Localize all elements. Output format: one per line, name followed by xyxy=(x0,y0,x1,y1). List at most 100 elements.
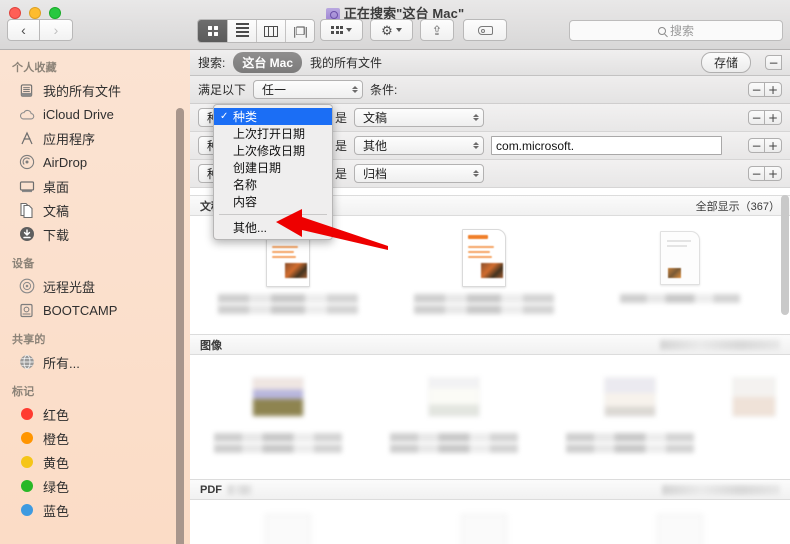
remove-rule-button[interactable]: − xyxy=(748,166,765,181)
criteria-value-select[interactable]: 归档 xyxy=(354,164,485,183)
sidebar-item-icloud-drive[interactable]: iCloud Drive xyxy=(0,102,190,126)
menu-item-name[interactable]: 名称 xyxy=(214,176,332,193)
add-rule-button[interactable]: + xyxy=(765,166,782,181)
tag-icon xyxy=(477,25,493,35)
list-view-button[interactable] xyxy=(227,20,256,42)
sidebar-item-documents[interactable]: 文稿 xyxy=(0,198,190,222)
add-rule-button[interactable]: + xyxy=(765,110,782,125)
menu-item-kind[interactable]: ✓ 种类 xyxy=(214,108,332,125)
sidebar-item-label: 黄色 xyxy=(43,455,70,471)
file-item[interactable] xyxy=(582,226,778,314)
results-row xyxy=(190,355,790,453)
icon-view-button[interactable] xyxy=(198,20,227,42)
remove-criteria-button[interactable]: − xyxy=(765,55,782,70)
menu-item-created-date[interactable]: 创建日期 xyxy=(214,159,332,176)
show-all-link[interactable]: 全部显示（367） xyxy=(696,198,780,214)
file-item[interactable] xyxy=(366,365,542,453)
share-button[interactable]: ⇪ xyxy=(420,19,454,41)
menu-item-other[interactable]: 其他... xyxy=(214,219,332,236)
file-item[interactable] xyxy=(386,510,582,544)
sidebar-item-remote-disc[interactable]: 远程光盘 xyxy=(0,274,190,298)
criteria-match-suffix: 条件: xyxy=(370,83,398,97)
search-input[interactable]: 搜索 xyxy=(569,20,783,41)
chevron-down-icon xyxy=(395,28,402,32)
sidebar-item-tag-orange[interactable]: 橙色 xyxy=(0,426,190,450)
document-thumbnail-icon xyxy=(648,226,712,290)
stepper-icon xyxy=(473,142,480,149)
sidebar-item-downloads[interactable]: 下载 xyxy=(0,222,190,246)
scope-option-all-my-files[interactable]: 我的所有文件 xyxy=(310,54,382,71)
criteria-header-row: 满足以下 任一 条件: − + xyxy=(190,76,790,104)
add-rule-button[interactable]: + xyxy=(765,138,782,153)
sidebar-scrollbar[interactable] xyxy=(176,108,184,544)
sidebar-item-tag-blue[interactable]: 蓝色 xyxy=(0,498,190,522)
chevron-down-icon xyxy=(346,28,352,32)
tag-dot-icon xyxy=(18,478,35,495)
desktop-icon xyxy=(18,178,35,195)
criteria-value-select[interactable]: 文稿 xyxy=(354,108,485,127)
file-item[interactable] xyxy=(582,510,778,544)
title-bar: 正在搜索"这台 Mac" ‹ › |❒| ⚙ ⇪ 搜索 xyxy=(0,0,790,50)
forward-button[interactable]: › xyxy=(40,19,73,41)
sidebar-item-airdrop[interactable]: AirDrop xyxy=(0,150,190,174)
file-item[interactable] xyxy=(542,365,718,453)
image-thumbnail-icon xyxy=(422,365,486,429)
downloads-icon xyxy=(18,226,35,243)
menu-item-last-opened-date[interactable]: 上次打开日期 xyxy=(214,125,332,142)
remove-rule-button[interactable]: − xyxy=(748,110,765,125)
sidebar-item-all-my-files[interactable]: 我的所有文件 xyxy=(0,78,190,102)
sidebar-item-applications[interactable]: 应用程序 xyxy=(0,126,190,150)
tag-button[interactable] xyxy=(463,19,507,41)
search-scope-bar: 搜索: 这台 Mac 我的所有文件 存储 − xyxy=(190,50,790,76)
sidebar-item-label: 橙色 xyxy=(43,431,70,447)
file-item[interactable] xyxy=(190,365,366,453)
pdf-thumbnail-icon xyxy=(452,510,516,544)
criteria-operator: 是 xyxy=(335,111,348,125)
main-pane: 搜索: 这台 Mac 我的所有文件 存储 − 满足以下 任一 条件: − + 种 xyxy=(190,50,790,544)
sidebar-item-label: iCloud Drive xyxy=(43,106,114,122)
save-search-button[interactable]: 存储 xyxy=(700,52,751,73)
image-thumbnail-icon xyxy=(598,365,662,429)
sidebar-item-all-shared[interactable]: 所有... xyxy=(0,350,190,374)
results-scrollbar[interactable] xyxy=(781,195,789,544)
file-item[interactable] xyxy=(386,226,582,314)
sidebar-item-tag-red[interactable]: 红色 xyxy=(0,402,190,426)
menu-item-content[interactable]: 内容 xyxy=(214,193,332,210)
view-switcher: |❒| xyxy=(197,19,315,43)
remove-rule-button[interactable]: − xyxy=(748,82,765,97)
file-name-redacted xyxy=(218,294,358,314)
remove-rule-button[interactable]: − xyxy=(748,138,765,153)
criteria-text-input[interactable]: com.microsoft. xyxy=(491,136,723,155)
arrange-button[interactable] xyxy=(320,19,363,41)
back-button[interactable]: ‹ xyxy=(7,19,40,41)
row-add-remove: − + xyxy=(748,138,782,153)
row-add-remove: − + xyxy=(748,166,782,181)
scope-add-remove-buttons: − xyxy=(765,55,782,70)
menu-item-label: 种类 xyxy=(233,110,258,124)
sidebar-item-label: 文稿 xyxy=(43,203,70,219)
column-view-button[interactable] xyxy=(256,20,285,42)
criteria-value-select[interactable]: 其他 xyxy=(354,136,485,155)
sidebar-item-label: 我的所有文件 xyxy=(43,83,122,99)
menu-item-last-modified-date[interactable]: 上次修改日期 xyxy=(214,142,332,159)
checkmark-icon: ✓ xyxy=(220,111,229,122)
image-thumbnail-icon xyxy=(722,365,786,429)
sidebar-item-bootcamp[interactable]: BOOTCAMP xyxy=(0,298,190,322)
sidebar-item-tag-yellow[interactable]: 黄色 xyxy=(0,450,190,474)
criteria-match-select[interactable]: 任一 xyxy=(253,80,364,99)
scope-option-this-mac[interactable]: 这台 Mac xyxy=(233,52,303,73)
coverflow-view-button[interactable]: |❒| xyxy=(285,20,314,42)
show-all-link-redacted[interactable] xyxy=(660,339,780,350)
section-title: 图像 xyxy=(200,339,222,352)
menu-item-label: 内容 xyxy=(233,195,258,209)
file-item[interactable] xyxy=(190,510,386,544)
add-rule-button[interactable]: + xyxy=(765,82,782,97)
sidebar-item-desktop[interactable]: 桌面 xyxy=(0,174,190,198)
harddisk-icon xyxy=(18,302,35,319)
file-item[interactable] xyxy=(718,365,790,453)
action-button[interactable]: ⚙ xyxy=(370,19,413,41)
show-all-link-redacted[interactable] xyxy=(662,484,780,495)
applications-icon xyxy=(18,130,35,147)
sidebar-item-tag-green[interactable]: 绿色 xyxy=(0,474,190,498)
results-row xyxy=(190,500,790,544)
